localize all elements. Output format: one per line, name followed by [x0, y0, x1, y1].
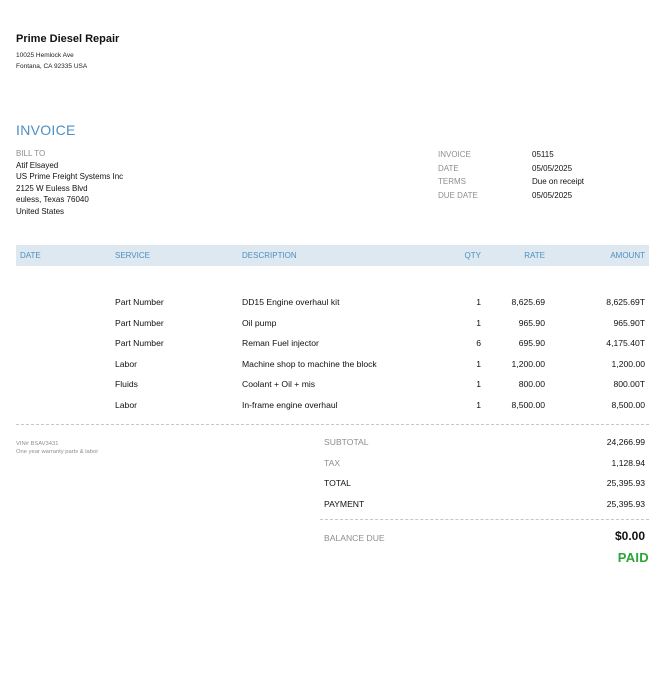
company-address-line2: Fontana, CA 92335 USA — [16, 63, 88, 70]
invoice-meta: INVOICE 05115 DATE 05/05/2025 TERMS Due … — [438, 148, 584, 202]
cell-amount: 1,200.00 — [611, 359, 645, 369]
meta-value: 05/05/2025 — [532, 190, 573, 200]
totals-divider — [320, 519, 649, 520]
meta-label: TERMS — [438, 177, 466, 186]
company-name: Prime Diesel Repair — [16, 33, 120, 45]
cell-qty: 6 — [476, 338, 481, 348]
tax-value: 1,128.94 — [611, 458, 645, 468]
header-amount: AMOUNT — [610, 251, 645, 260]
vin-note: VIN# BSAV3431 — [16, 441, 59, 447]
meta-row-date: DATE 05/05/2025 — [438, 162, 584, 176]
bill-to-line: United States — [16, 206, 65, 216]
table-row: Part Number Reman Fuel injector 6 695.90… — [16, 334, 649, 354]
table-row: Fluids Coolant + Oil + mis 1 800.00 800.… — [16, 375, 649, 395]
meta-row-terms: TERMS Due on receipt — [438, 175, 584, 189]
total-label: TOTAL — [324, 478, 351, 488]
total-row: TOTAL 25,395.93 — [320, 474, 649, 492]
subtotal-value: 24,266.99 — [606, 437, 645, 447]
balance-due-label: BALANCE DUE — [324, 533, 385, 543]
invoice-title: INVOICE — [16, 122, 76, 138]
meta-label: DUE DATE — [438, 190, 478, 200]
bill-to-block: BILL TO Atif Elsayed US Prime Freight Sy… — [16, 148, 123, 217]
cell-qty: 1 — [476, 297, 481, 307]
bill-to-line: Atif Elsayed — [16, 160, 59, 170]
cell-rate: 8,625.69 — [511, 297, 545, 307]
payment-label: PAYMENT — [324, 499, 365, 509]
header-service: SERVICE — [115, 251, 150, 260]
table-row: Part Number Oil pump 1 965.90 965.90T — [16, 314, 649, 334]
cell-service: Part Number — [115, 297, 164, 307]
table-row: Part Number DD15 Engine overhaul kit 1 8… — [16, 293, 649, 313]
cell-rate: 695.90 — [518, 338, 545, 348]
cell-amount: 8,625.69T — [606, 297, 645, 307]
meta-value: 05/05/2025 — [532, 163, 573, 173]
cell-amount: 800.00T — [613, 379, 645, 389]
payment-value: 25,395.93 — [606, 499, 645, 509]
bill-to-label: BILL TO — [16, 149, 46, 158]
cell-qty: 1 — [476, 318, 481, 328]
cell-description: Machine shop to machine the block — [242, 359, 377, 369]
cell-service: Part Number — [115, 338, 164, 348]
header-description: DESCRIPTION — [242, 251, 297, 260]
payment-row: PAYMENT 25,395.93 — [320, 495, 649, 513]
table-header: DATE SERVICE DESCRIPTION QTY RATE AMOUNT — [16, 245, 649, 266]
meta-label: DATE — [438, 163, 459, 173]
table-row: Labor In-frame engine overhaul 1 8,500.0… — [16, 396, 649, 416]
header-rate: RATE — [524, 251, 545, 260]
tax-row: TAX 1,128.94 — [320, 454, 649, 472]
cell-rate: 8,500.00 — [511, 400, 545, 410]
total-value: 25,395.93 — [606, 478, 645, 488]
cell-qty: 1 — [476, 379, 481, 389]
meta-value: 05115 — [532, 150, 554, 159]
cell-rate: 800.00 — [518, 379, 545, 389]
warranty-note: One year warranty parts & labor — [16, 449, 99, 455]
meta-value: Due on receipt — [532, 177, 585, 186]
cell-amount: 965.90T — [613, 318, 645, 328]
subtotal-row: SUBTOTAL 24,266.99 — [320, 433, 649, 451]
tax-label: TAX — [324, 458, 341, 468]
cell-rate: 965.90 — [518, 318, 545, 328]
balance-due-value: $0.00 — [614, 529, 645, 543]
meta-label: INVOICE — [438, 150, 471, 159]
company-address-line1: 10025 Hemlock Ave — [16, 52, 74, 59]
cell-rate: 1,200.00 — [511, 359, 545, 369]
items-divider — [16, 424, 649, 425]
cell-amount: 4,175.40T — [606, 338, 645, 348]
bill-to-line: 2125 W Euless Blvd — [16, 183, 88, 193]
cell-description: Reman Fuel injector — [242, 338, 319, 348]
cell-service: Labor — [115, 359, 137, 369]
cell-service: Part Number — [115, 318, 164, 328]
cell-service: Labor — [115, 400, 137, 410]
subtotal-label: SUBTOTAL — [324, 437, 369, 447]
company-block: Prime Diesel Repair 10025 Hemlock Ave Fo… — [16, 33, 119, 72]
cell-qty: 1 — [476, 400, 481, 410]
cell-description: Coolant + Oil + mis — [242, 379, 316, 389]
table-row: Labor Machine shop to machine the block … — [16, 355, 649, 375]
meta-row-due-date: DUE DATE 05/05/2025 — [438, 189, 584, 203]
bill-to-line: euless, Texas 76040 — [16, 195, 89, 204]
meta-row-invoice: INVOICE 05115 — [438, 148, 584, 162]
cell-service: Fluids — [115, 379, 138, 389]
bill-to-line: US Prime Freight Systems Inc — [16, 172, 124, 181]
paid-status: PAID — [617, 550, 649, 565]
notes-block: VIN# BSAV3431 One year warranty parts & … — [16, 440, 98, 456]
cell-amount: 8,500.00 — [611, 400, 645, 410]
cell-qty: 1 — [476, 359, 481, 369]
cell-description: DD15 Engine overhaul kit — [242, 297, 340, 307]
header-qty: QTY — [464, 251, 481, 260]
cell-description: In-frame engine overhaul — [242, 400, 338, 410]
cell-description: Oil pump — [242, 318, 277, 328]
header-date: DATE — [20, 251, 41, 260]
